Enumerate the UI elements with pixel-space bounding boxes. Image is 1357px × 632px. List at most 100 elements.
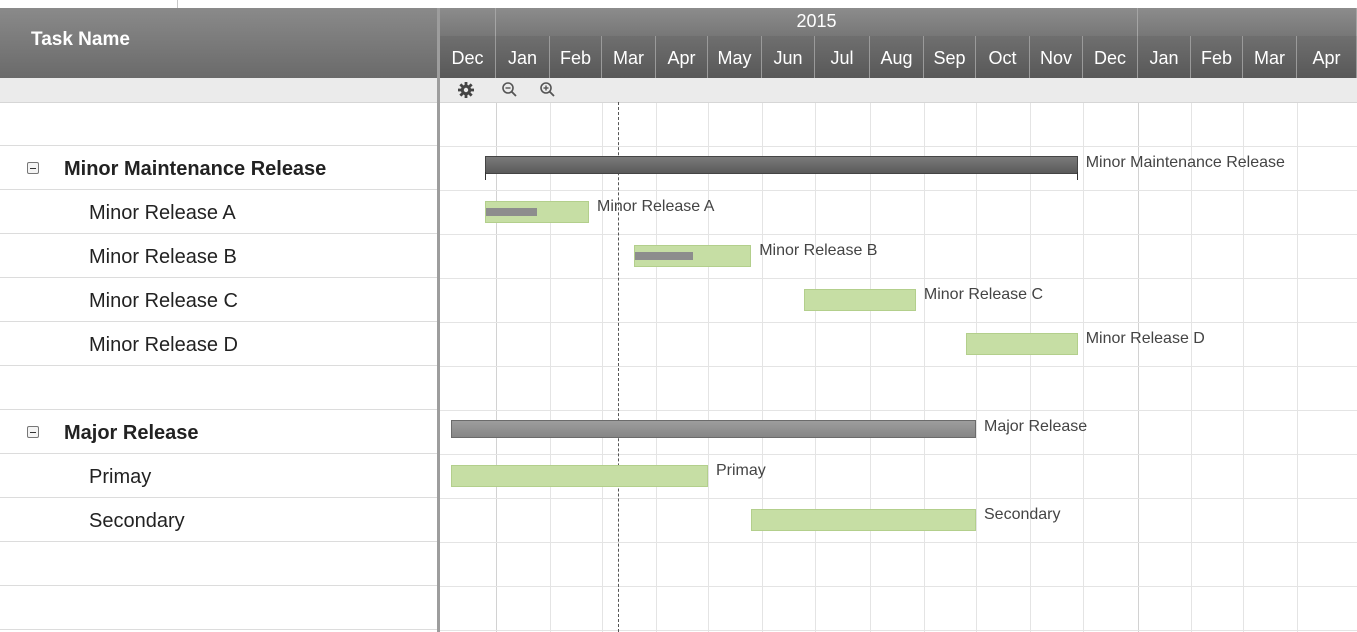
grid-line-horizontal bbox=[440, 366, 1357, 367]
grid-line-horizontal bbox=[440, 498, 1357, 499]
empty-row bbox=[0, 543, 437, 586]
gantt-chart-area: 2015 Dec Jan Feb Mar Apr May Jun Jul Aug Sep Oct No… bbox=[440, 0, 1357, 632]
progress-fill bbox=[485, 208, 537, 216]
grid-line-horizontal bbox=[440, 146, 1357, 147]
empty-row bbox=[0, 367, 437, 410]
task-group-row[interactable]: Major Release bbox=[0, 411, 437, 454]
grid-line-horizontal bbox=[440, 322, 1357, 323]
task-row[interactable]: Minor Release A bbox=[0, 191, 437, 234]
month-header: Jun bbox=[762, 36, 815, 78]
gantt-toolbar bbox=[440, 78, 1357, 103]
bar-label: Major Release bbox=[984, 418, 1088, 435]
collapse-toggle-icon[interactable] bbox=[27, 426, 39, 438]
month-header: Feb bbox=[550, 36, 602, 78]
month-header: Apr bbox=[1297, 36, 1357, 78]
task-row[interactable]: Primay bbox=[0, 455, 437, 498]
summary-bar[interactable] bbox=[451, 420, 976, 438]
grid-line-vertical bbox=[1138, 103, 1139, 632]
grid-line-vertical bbox=[1243, 103, 1244, 632]
task-bar[interactable] bbox=[634, 245, 752, 267]
task-name-label: Primay bbox=[89, 466, 152, 488]
bar-label: Minor Release D bbox=[1085, 330, 1205, 347]
grid-line-vertical bbox=[1030, 103, 1031, 632]
task-name-column-header[interactable]: Task Name bbox=[0, 8, 440, 78]
task-bar[interactable] bbox=[804, 289, 916, 311]
summary-bar[interactable] bbox=[484, 156, 1078, 174]
task-name-label: Minor Maintenance Release bbox=[64, 158, 327, 180]
grid-line-vertical bbox=[708, 103, 709, 632]
task-name-label: Minor Release C bbox=[89, 290, 238, 312]
bar-label: Minor Release A bbox=[597, 198, 715, 215]
month-header: Oct bbox=[976, 36, 1030, 78]
grid-line-horizontal bbox=[440, 410, 1357, 411]
month-header: Apr bbox=[656, 36, 708, 78]
month-header: Dec bbox=[1083, 36, 1138, 78]
grid-line-horizontal bbox=[440, 630, 1357, 631]
empty-row bbox=[0, 103, 437, 146]
grid-line-vertical bbox=[496, 103, 497, 632]
zoom-out-icon[interactable] bbox=[500, 80, 520, 100]
task-bar[interactable] bbox=[484, 201, 589, 223]
month-header: Jan bbox=[496, 36, 550, 78]
grid-line-horizontal bbox=[440, 278, 1357, 279]
month-header: May bbox=[708, 36, 762, 78]
summary-cap bbox=[484, 172, 486, 180]
bar-label: Primay bbox=[716, 462, 766, 479]
year-header bbox=[1138, 8, 1357, 36]
collapse-toggle-icon[interactable] bbox=[27, 162, 39, 174]
month-header: Mar bbox=[602, 36, 656, 78]
task-row[interactable]: Minor Release B bbox=[0, 235, 437, 278]
month-header: Aug bbox=[870, 36, 924, 78]
year-header: 2015 bbox=[496, 8, 1138, 36]
grid-line-vertical bbox=[1083, 103, 1084, 632]
grid-line-vertical bbox=[924, 103, 925, 632]
month-header: Nov bbox=[1030, 36, 1083, 78]
grid-line-vertical bbox=[815, 103, 816, 632]
bar-label: Minor Maintenance Release bbox=[1085, 154, 1285, 171]
task-row[interactable]: Secondary bbox=[0, 499, 437, 542]
timeline-year-row: 2015 bbox=[440, 8, 1357, 36]
month-header: Jul bbox=[815, 36, 870, 78]
grid-line-vertical bbox=[1297, 103, 1298, 632]
task-name-label: Major Release bbox=[64, 422, 199, 444]
task-group-row[interactable]: Minor Maintenance Release bbox=[0, 147, 437, 190]
task-name-label: Minor Release D bbox=[89, 334, 238, 356]
task-name-label: Minor Release B bbox=[89, 246, 237, 268]
grid-line-horizontal bbox=[440, 542, 1357, 543]
task-bar[interactable] bbox=[965, 333, 1078, 355]
grid-line-vertical bbox=[550, 103, 551, 632]
summary-cap bbox=[1076, 172, 1078, 180]
task-name-header-label: Task Name bbox=[31, 29, 130, 50]
top-divider bbox=[177, 0, 178, 8]
timeline-month-row: Dec Jan Feb Mar Apr May Jun Jul Aug Sep Oct Nov Dec J… bbox=[440, 36, 1357, 78]
grid-line-vertical bbox=[656, 103, 657, 632]
grid-line-horizontal bbox=[440, 454, 1357, 455]
empty-row bbox=[0, 587, 437, 630]
grid-line-vertical bbox=[870, 103, 871, 632]
grid-line-vertical bbox=[1191, 103, 1192, 632]
gear-icon[interactable] bbox=[456, 80, 476, 100]
task-row[interactable]: Minor Release D bbox=[0, 323, 437, 366]
zoom-in-icon[interactable] bbox=[538, 80, 558, 100]
grid-line-vertical bbox=[762, 103, 763, 632]
month-header: Sep bbox=[924, 36, 976, 78]
year-header bbox=[440, 8, 496, 36]
bar-label: Secondary bbox=[984, 506, 1061, 523]
month-header: Dec bbox=[440, 36, 496, 78]
today-marker-line bbox=[618, 102, 620, 632]
bar-label: Minor Release B bbox=[759, 242, 878, 259]
grid-line-horizontal bbox=[440, 234, 1357, 235]
grid-line-horizontal bbox=[440, 586, 1357, 587]
month-header: Feb bbox=[1191, 36, 1243, 78]
grid-line-vertical bbox=[976, 103, 977, 632]
grid-line-vertical bbox=[602, 103, 603, 632]
grid-line-horizontal bbox=[440, 190, 1357, 191]
task-list-pane: Task Name Minor Maintenance Release Minor… bbox=[0, 0, 440, 632]
task-bar[interactable] bbox=[751, 509, 976, 531]
progress-fill bbox=[635, 252, 693, 260]
task-bar[interactable] bbox=[451, 465, 708, 487]
task-row[interactable]: Minor Release C bbox=[0, 279, 437, 322]
month-header: Jan bbox=[1138, 36, 1191, 78]
task-name-label: Secondary bbox=[89, 510, 185, 532]
task-name-label: Minor Release A bbox=[89, 202, 236, 224]
